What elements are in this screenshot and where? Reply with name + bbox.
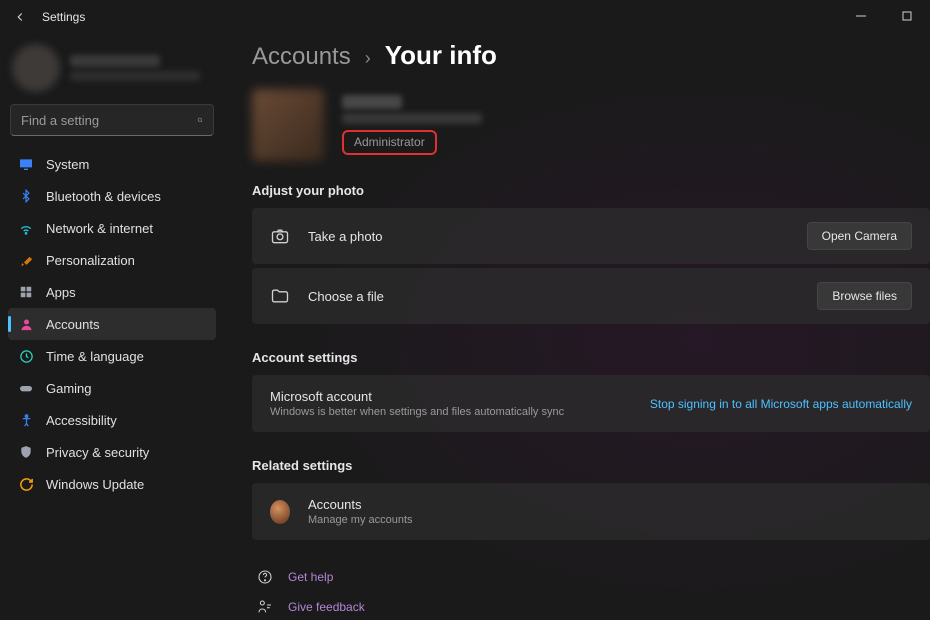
wifi-icon xyxy=(18,220,34,236)
nav-privacy[interactable]: Privacy & security xyxy=(8,436,216,468)
folder-icon xyxy=(270,286,290,306)
window-title: Settings xyxy=(42,10,85,24)
open-camera-button[interactable]: Open Camera xyxy=(807,222,912,250)
related-accounts-row[interactable]: Accounts Manage my accounts xyxy=(252,483,930,540)
nav-label: Bluetooth & devices xyxy=(46,189,161,204)
shield-icon xyxy=(18,444,34,460)
nav-list: System Bluetooth & devices Network & int… xyxy=(8,148,216,500)
apps-icon xyxy=(18,284,34,300)
section-heading-photo: Adjust your photo xyxy=(252,183,930,198)
avatar-icon xyxy=(270,502,290,522)
nav-label: Privacy & security xyxy=(46,445,149,460)
choose-file-row: Choose a file Browse files xyxy=(252,268,930,324)
nav-bluetooth[interactable]: Bluetooth & devices xyxy=(8,180,216,212)
nav-label: Network & internet xyxy=(46,221,153,236)
section-heading-account: Account settings xyxy=(252,350,930,365)
nav-network[interactable]: Network & internet xyxy=(8,212,216,244)
nav-label: Time & language xyxy=(46,349,144,364)
card-sub: Windows is better when settings and file… xyxy=(270,406,632,418)
microsoft-account-row: Microsoft account Windows is better when… xyxy=(252,375,930,432)
nav-label: System xyxy=(46,157,89,172)
search-input[interactable] xyxy=(21,113,197,128)
nav-label: Personalization xyxy=(46,253,135,268)
clock-icon xyxy=(18,348,34,364)
profile-email-redacted xyxy=(342,113,482,124)
nav-accounts[interactable]: Accounts xyxy=(8,308,216,340)
person-icon xyxy=(18,316,34,332)
maximize-button[interactable] xyxy=(884,0,930,32)
paintbrush-icon xyxy=(18,252,34,268)
feedback-label: Give feedback xyxy=(288,600,365,614)
browse-files-button[interactable]: Browse files xyxy=(817,282,912,310)
user-info-redacted xyxy=(70,55,200,81)
nav-label: Apps xyxy=(46,285,76,300)
sidebar-user-card[interactable] xyxy=(12,44,212,92)
main-content: Accounts › Your info Administrator Adjus… xyxy=(224,34,930,620)
profile-name-redacted xyxy=(342,95,402,109)
nav-label: Accessibility xyxy=(46,413,117,428)
help-label: Get help xyxy=(288,570,333,584)
profile-header: Administrator xyxy=(252,89,930,161)
breadcrumb-parent[interactable]: Accounts xyxy=(252,43,351,71)
role-badge: Administrator xyxy=(342,130,437,155)
nav-label: Windows Update xyxy=(46,477,144,492)
back-button[interactable] xyxy=(4,1,36,33)
minimize-button[interactable] xyxy=(838,0,884,32)
window-controls xyxy=(838,0,930,32)
nav-time[interactable]: Time & language xyxy=(8,340,216,372)
camera-icon xyxy=(270,226,290,246)
give-feedback-link[interactable]: Give feedback xyxy=(252,592,930,620)
nav-label: Gaming xyxy=(46,381,92,396)
nav-gaming[interactable]: Gaming xyxy=(8,372,216,404)
nav-windows-update[interactable]: Windows Update xyxy=(8,468,216,500)
nav-label: Accounts xyxy=(46,317,99,332)
section-heading-related: Related settings xyxy=(252,458,930,473)
refresh-icon xyxy=(18,476,34,492)
bluetooth-icon xyxy=(18,188,34,204)
card-label: Take a photo xyxy=(308,229,789,244)
monitor-icon xyxy=(18,156,34,172)
card-title: Microsoft account xyxy=(270,389,632,404)
accessibility-icon xyxy=(18,412,34,428)
card-sub: Manage my accounts xyxy=(308,514,912,526)
card-title: Accounts xyxy=(308,497,912,512)
stop-signin-link[interactable]: Stop signing in to all Microsoft apps au… xyxy=(650,397,912,411)
search-box[interactable] xyxy=(10,104,214,136)
nav-personalization[interactable]: Personalization xyxy=(8,244,216,276)
sidebar: System Bluetooth & devices Network & int… xyxy=(0,34,224,620)
avatar xyxy=(12,44,60,92)
take-photo-row: Take a photo Open Camera xyxy=(252,208,930,264)
nav-apps[interactable]: Apps xyxy=(8,276,216,308)
feedback-icon xyxy=(256,598,274,616)
nav-accessibility[interactable]: Accessibility xyxy=(8,404,216,436)
breadcrumb: Accounts › Your info xyxy=(252,40,930,71)
breadcrumb-current: Your info xyxy=(385,40,497,71)
title-bar: Settings xyxy=(0,0,930,34)
profile-photo xyxy=(252,89,324,161)
card-label: Choose a file xyxy=(308,289,799,304)
nav-system[interactable]: System xyxy=(8,148,216,180)
help-icon xyxy=(256,568,274,586)
gamepad-icon xyxy=(18,380,34,396)
search-icon xyxy=(197,113,203,127)
get-help-link[interactable]: Get help xyxy=(252,562,930,592)
chevron-right-icon: › xyxy=(365,48,371,69)
profile-meta: Administrator xyxy=(342,95,482,155)
